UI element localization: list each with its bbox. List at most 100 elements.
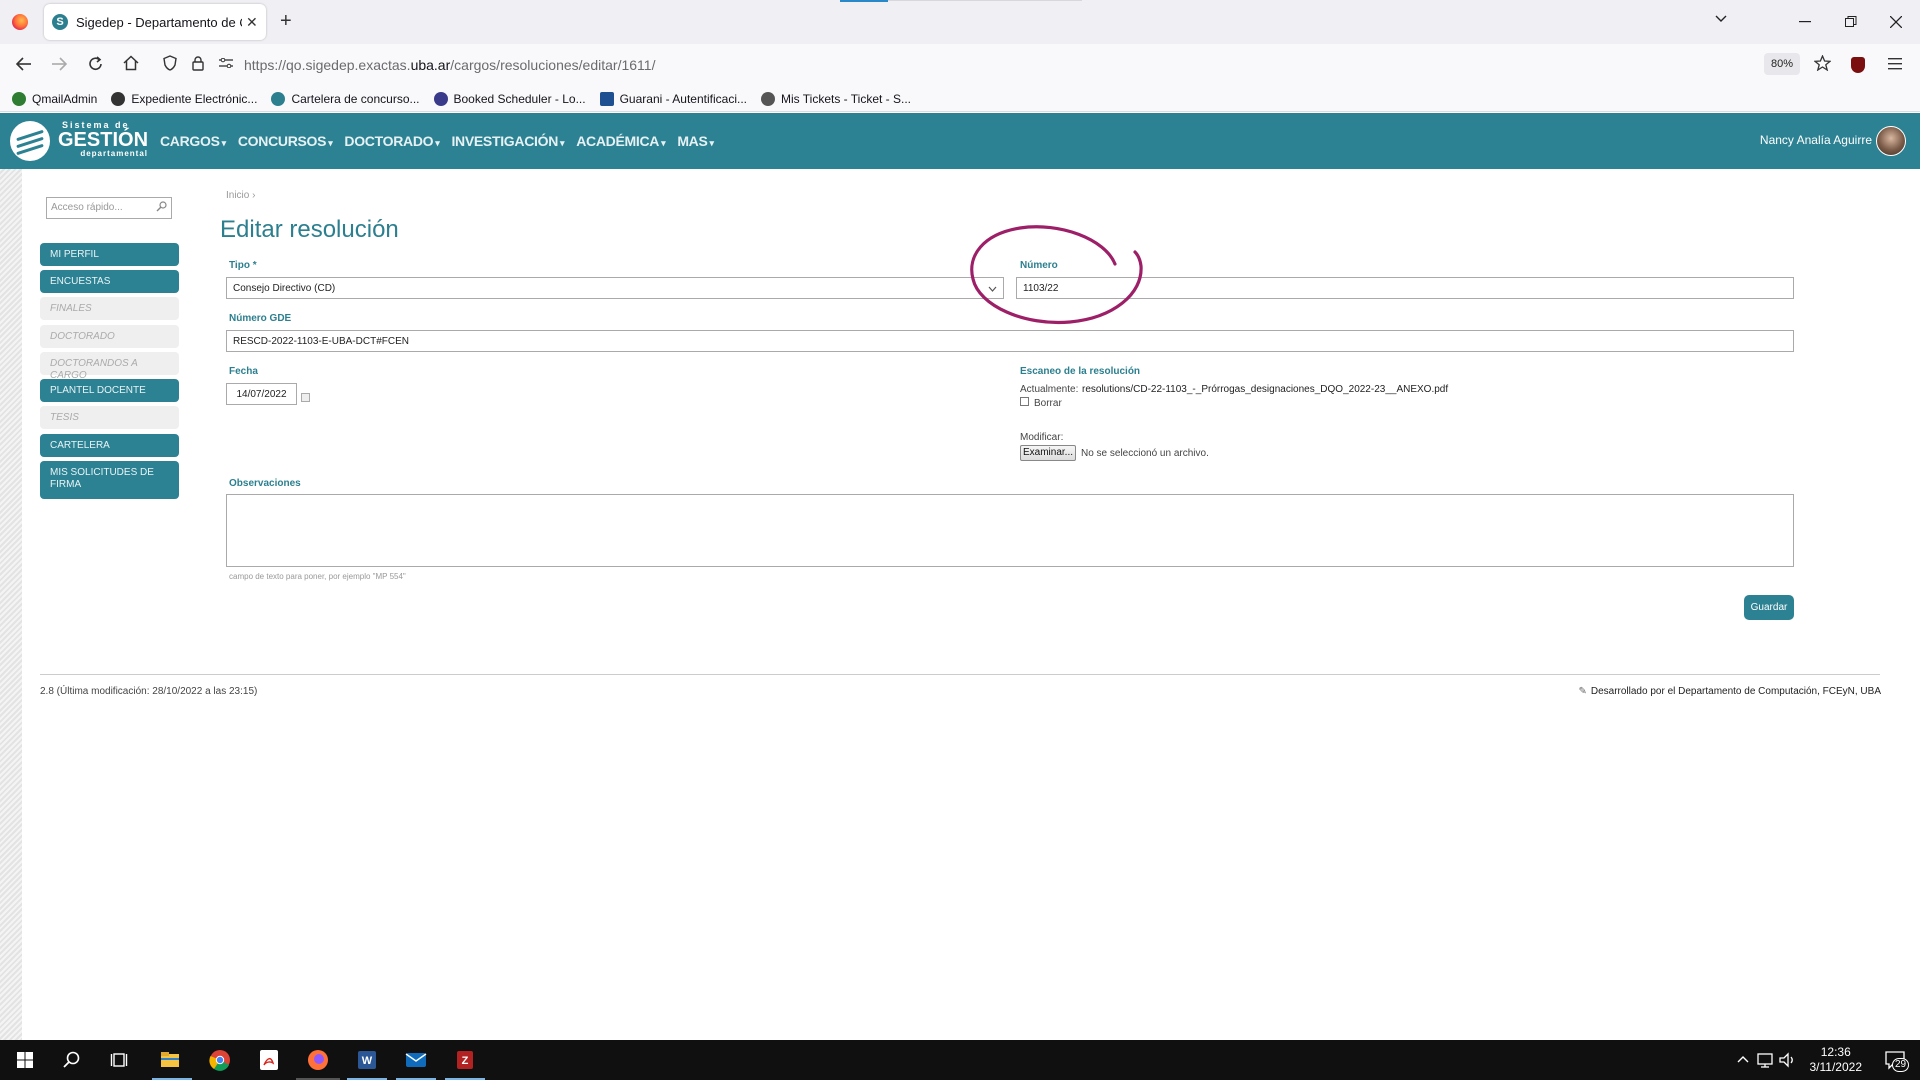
bookmark-expediente[interactable]: Expediente Electrónic... xyxy=(111,91,258,106)
close-window-icon[interactable] xyxy=(1890,16,1902,28)
search-icon[interactable] xyxy=(60,1048,84,1072)
bookmark-booked[interactable]: Booked Scheduler - Lo... xyxy=(433,91,586,106)
expediente-icon xyxy=(111,91,126,106)
menu-concursos[interactable]: CONCURSOS ▾ xyxy=(238,133,333,149)
url-path: /cargos/resoluciones/editar/1611/ xyxy=(450,57,656,73)
sigedep-favicon-icon: S xyxy=(52,14,68,30)
fecha-input[interactable]: 14/07/2022 xyxy=(226,383,297,405)
menu-academica[interactable]: ACADÉMICA ▾ xyxy=(576,133,665,149)
observaciones-textarea[interactable] xyxy=(226,494,1794,567)
sidebar-item-mi-perfil[interactable]: MI PERFIL xyxy=(40,243,179,266)
quick-access-input[interactable]: Acceso rápido... xyxy=(46,197,172,219)
ublock-origin-icon[interactable] xyxy=(1851,57,1865,73)
bookmark-guarani[interactable]: Guarani - Autentificaci... xyxy=(599,91,747,106)
restore-icon[interactable] xyxy=(1845,16,1857,28)
bookmark-star-icon[interactable] xyxy=(1814,55,1831,71)
url-prefix: https://qo.sigedep.exactas. xyxy=(244,57,411,73)
tipo-selected-value: Consejo Directivo (CD) xyxy=(233,283,336,294)
bookmarks-toolbar: QmailAdmin Expediente Electrónic... Cart… xyxy=(0,86,1920,112)
user-name[interactable]: Nancy Analía Aguirre xyxy=(1760,133,1872,147)
outlook-icon[interactable] xyxy=(404,1048,428,1072)
url-domain: uba.ar xyxy=(410,57,451,73)
qmail-icon xyxy=(12,91,26,106)
bookmark-label: Expediente Electrónic... xyxy=(131,91,258,106)
current-file-link[interactable]: resolutions/CD-22-1103_-_Prórrogas_desig… xyxy=(1082,384,1448,395)
clock-time: 12:36 xyxy=(1820,1045,1851,1059)
filezilla-icon[interactable]: Z xyxy=(453,1048,477,1072)
modificar-label: Modificar: xyxy=(1020,432,1064,443)
back-arrow-icon[interactable] xyxy=(16,57,32,71)
sidebar-item-tesis: TESIS xyxy=(40,406,179,429)
tracking-shield-icon[interactable] xyxy=(163,55,177,71)
permissions-icon[interactable] xyxy=(219,58,233,68)
home-icon[interactable] xyxy=(123,55,139,71)
bookmark-cartelera[interactable]: Cartelera de concurso... xyxy=(271,91,420,106)
escaneo-label: Escaneo de la resolución xyxy=(1020,366,1141,377)
zoom-level-button[interactable]: 80% xyxy=(1764,53,1800,75)
notification-count-badge: 29 xyxy=(1892,1058,1910,1072)
search-icon[interactable] xyxy=(156,201,167,212)
tab-strip-divider xyxy=(888,0,1082,1)
avatar[interactable] xyxy=(1876,126,1906,156)
borrar-checkbox[interactable] xyxy=(1020,397,1029,406)
forward-arrow-icon[interactable] xyxy=(51,57,67,71)
tab-title: Sigedep - Departamento de Qu xyxy=(76,14,242,30)
tab-close-icon[interactable]: ✕ xyxy=(246,14,258,31)
firefox-taskbar-icon[interactable] xyxy=(306,1048,330,1072)
network-icon[interactable] xyxy=(1754,1048,1778,1072)
ticket-icon xyxy=(761,91,775,106)
tipo-select[interactable]: Consejo Directivo (CD) xyxy=(226,277,1004,299)
sidebar-item-cartelera[interactable]: CARTELERA xyxy=(40,434,179,457)
bookmark-label: QmailAdmin xyxy=(32,91,98,106)
menu-doctorado[interactable]: DOCTORADO ▾ xyxy=(344,133,439,149)
sidebar-item-encuestas[interactable]: ENCUESTAS xyxy=(40,270,179,293)
show-hidden-icons-chevron-icon[interactable] xyxy=(1731,1048,1755,1072)
minimize-icon[interactable] xyxy=(1799,21,1811,23)
notification-center-icon[interactable]: 29 xyxy=(1884,1050,1910,1072)
reload-icon[interactable] xyxy=(88,56,104,72)
volume-icon[interactable] xyxy=(1776,1048,1800,1072)
taskbar-clock[interactable]: 12:36 3/11/2022 xyxy=(1810,1045,1863,1075)
word-icon[interactable]: W xyxy=(355,1048,379,1072)
chrome-icon[interactable] xyxy=(208,1048,232,1072)
main-menu: CARGOS ▾ CONCURSOS ▾ DOCTORADO ▾ INVESTIGAC… xyxy=(160,113,726,169)
bookmark-label: Guarani - Autentificaci... xyxy=(619,91,747,106)
acrobat-pdf-icon[interactable] xyxy=(257,1048,281,1072)
no-file-label: No se seleccionó un archivo. xyxy=(1081,448,1209,459)
sidebar-item-mis-solicitudes-de-firma[interactable]: MIS SOLICITUDES DE FIRMA xyxy=(40,461,179,499)
calendar-icon[interactable] xyxy=(301,393,310,402)
firefox-icon[interactable] xyxy=(12,14,28,30)
gde-label: Número GDE xyxy=(229,313,292,324)
chevron-down-icon: ▾ xyxy=(221,138,227,148)
sidebar-item-plantel-docente[interactable]: PLANTEL DOCENTE xyxy=(40,379,179,402)
bookmark-label: Booked Scheduler - Lo... xyxy=(453,91,586,106)
menu-investigacion[interactable]: INVESTIGACIÓN ▾ xyxy=(451,133,564,149)
footer-credit[interactable]: ✎ Desarrollado por el Departamento de Com… xyxy=(1578,686,1881,697)
hamburger-menu-icon[interactable] xyxy=(1888,58,1902,70)
windows-start-icon[interactable] xyxy=(13,1048,37,1072)
chevron-down-icon: ▾ xyxy=(661,138,666,148)
fecha-label: Fecha xyxy=(229,366,258,377)
app-header: Sistema de GESTIÓN departamental CARGOS ▾… xyxy=(0,113,1920,169)
new-tab-button[interactable]: + xyxy=(280,10,292,33)
bookmark-tickets[interactable]: Mis Tickets - Ticket - S... xyxy=(761,91,911,106)
menu-cargos[interactable]: CARGOS ▾ xyxy=(160,133,226,149)
breadcrumb[interactable]: Inicio › xyxy=(226,190,255,201)
gde-input[interactable]: RESCD-2022-1103-E-UBA-DCT#FCEN xyxy=(226,330,1794,352)
address-bar[interactable]: https://qo.sigedep.exactas.uba.ar/cargos… xyxy=(244,57,655,73)
bookmark-label: Cartelera de concurso... xyxy=(291,91,420,106)
bookmark-qmailadmin[interactable]: QmailAdmin xyxy=(12,91,98,106)
logo-line-2: GESTIÓN xyxy=(58,129,149,151)
logo-line-3: departamental xyxy=(80,149,149,158)
left-decorative-rail xyxy=(0,169,22,1040)
file-explorer-icon[interactable] xyxy=(158,1048,182,1072)
lock-icon[interactable] xyxy=(192,55,204,71)
browser-tab-active[interactable]: S Sigedep - Departamento de Qu ✕ xyxy=(44,4,266,40)
app-logo-text[interactable]: Sistema de GESTIÓN departamental xyxy=(58,121,148,158)
menu-mas[interactable]: MAS ▾ xyxy=(677,133,714,149)
tab-list-chevron-icon[interactable] xyxy=(1715,15,1727,23)
save-button[interactable]: Guardar xyxy=(1744,595,1794,620)
examinar-button[interactable]: Examinar... xyxy=(1020,445,1076,461)
task-view-icon[interactable] xyxy=(108,1048,132,1072)
sigedep-logo-icon[interactable] xyxy=(10,121,50,161)
